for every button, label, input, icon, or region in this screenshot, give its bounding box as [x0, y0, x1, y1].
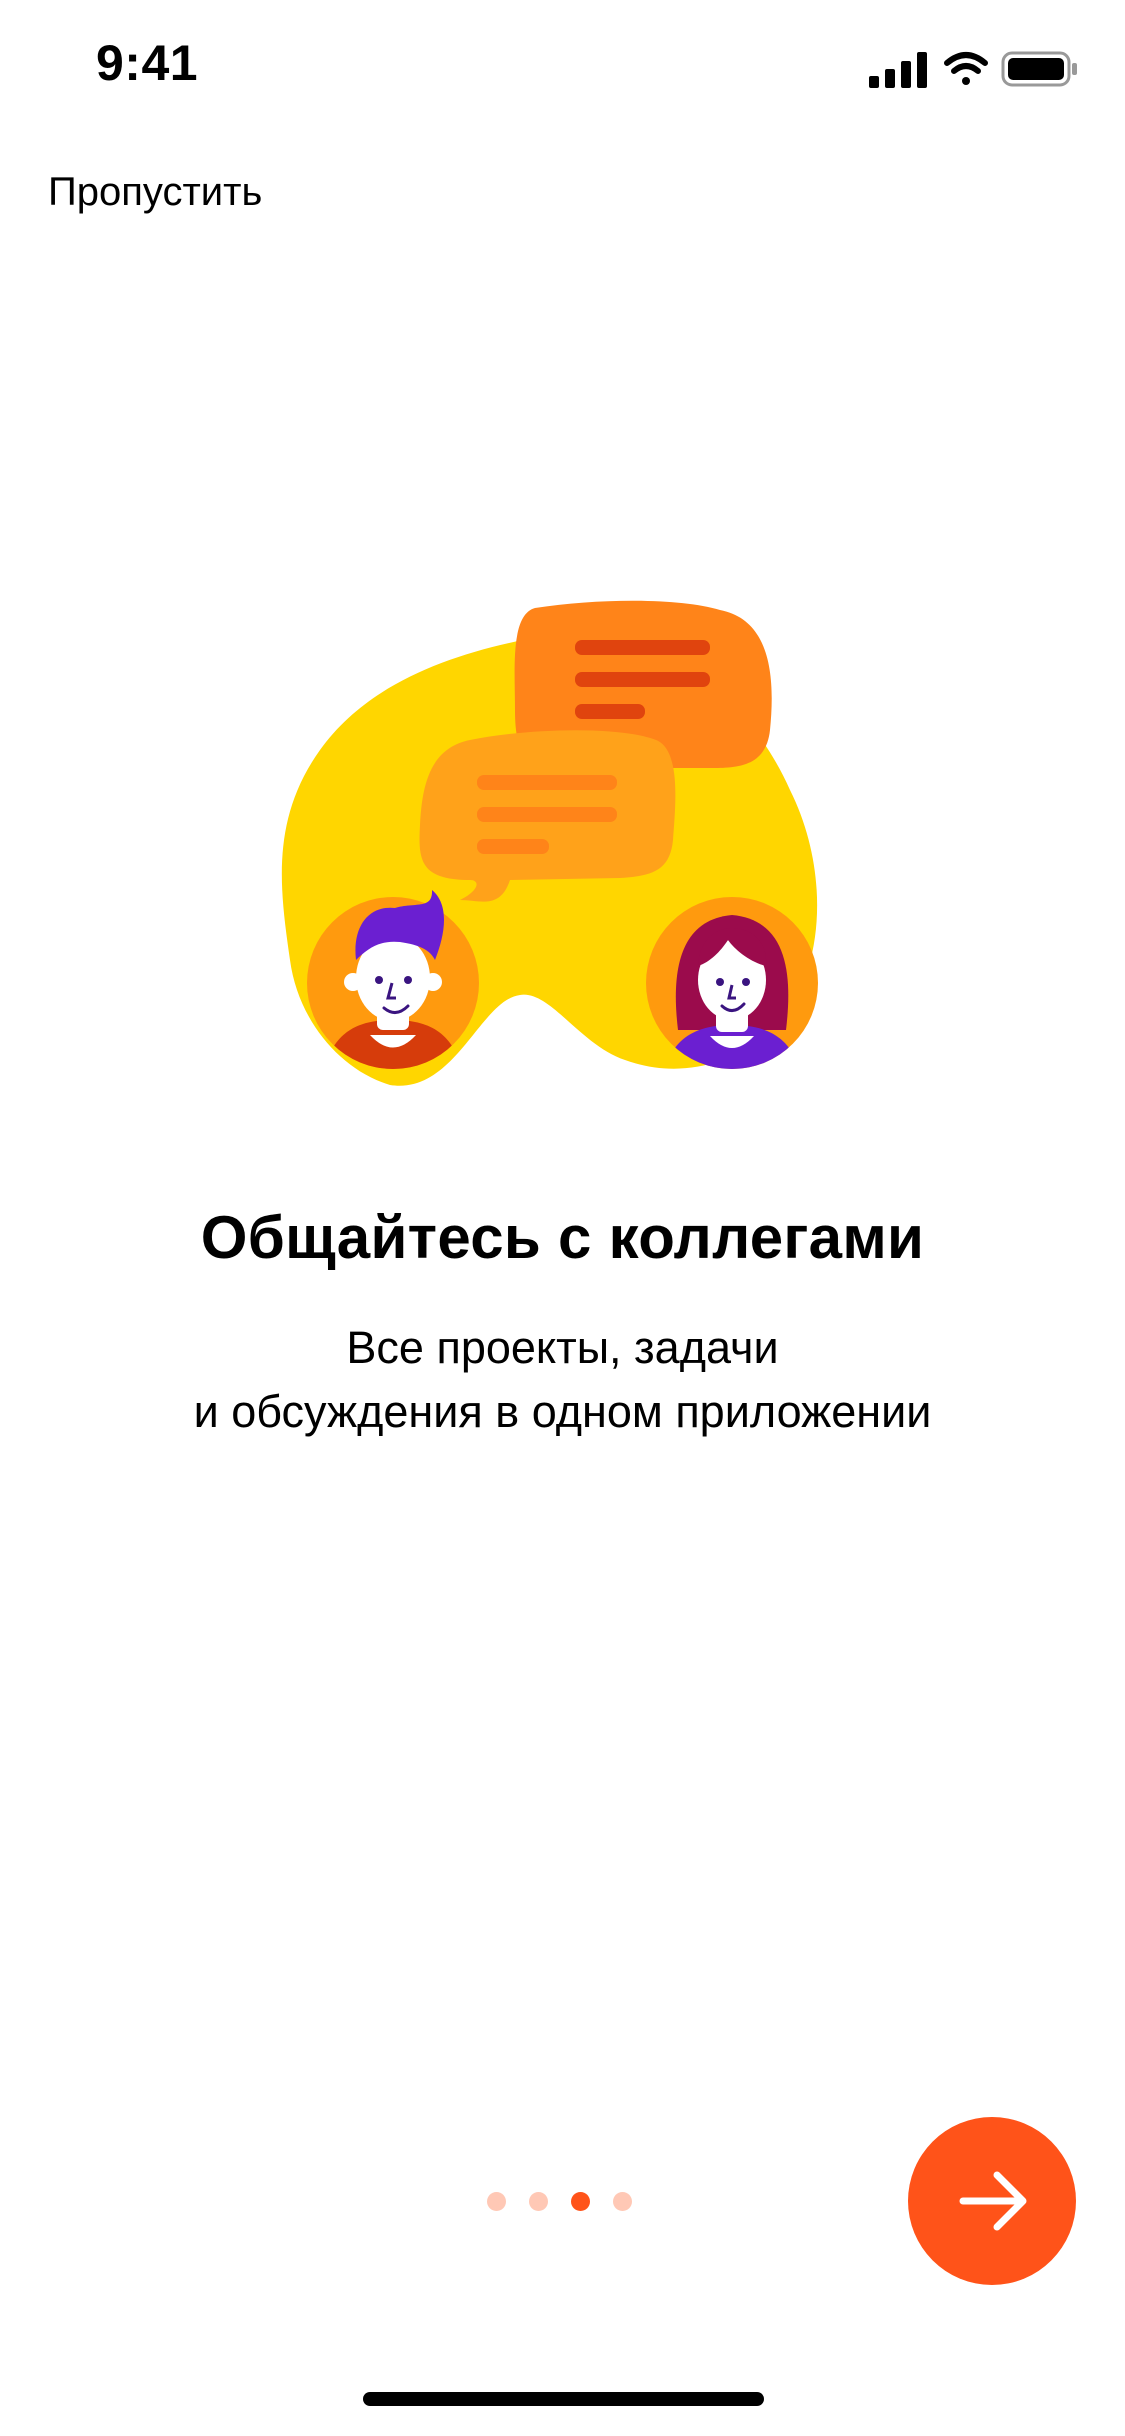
front-speech-bubble: [419, 730, 676, 902]
arrow-right-icon: [959, 2171, 1027, 2231]
onboarding-subtitle-line1: Все проекты, задачи: [346, 1322, 779, 1373]
battery-icon: [1001, 51, 1077, 87]
cellular-signal-icon: [869, 52, 927, 88]
page-dot-3[interactable]: [571, 2192, 590, 2211]
home-indicator: [363, 2392, 764, 2406]
onboarding-subtitle: Все проекты, задачи и обсуждения в одном…: [0, 1316, 1125, 1444]
onboarding-subtitle-line2: и обсуждения в одном приложении: [193, 1386, 932, 1437]
status-time: 9:41: [96, 35, 199, 91]
status-bar: 9:41: [0, 0, 1125, 132]
page-dot-4[interactable]: [613, 2192, 632, 2211]
skip-button[interactable]: Пропустить: [48, 170, 262, 215]
page-dot-2[interactable]: [529, 2192, 548, 2211]
onboarding-title: Общайтесь с коллегами: [200, 1204, 925, 1271]
colleagues-chat-icon: [281, 600, 818, 1086]
wifi-icon: [944, 52, 988, 85]
next-button[interactable]: [908, 2117, 1076, 2285]
page-indicator: [484, 2192, 644, 2214]
page-dot-1[interactable]: [487, 2192, 506, 2211]
status-icons: [869, 51, 1077, 88]
